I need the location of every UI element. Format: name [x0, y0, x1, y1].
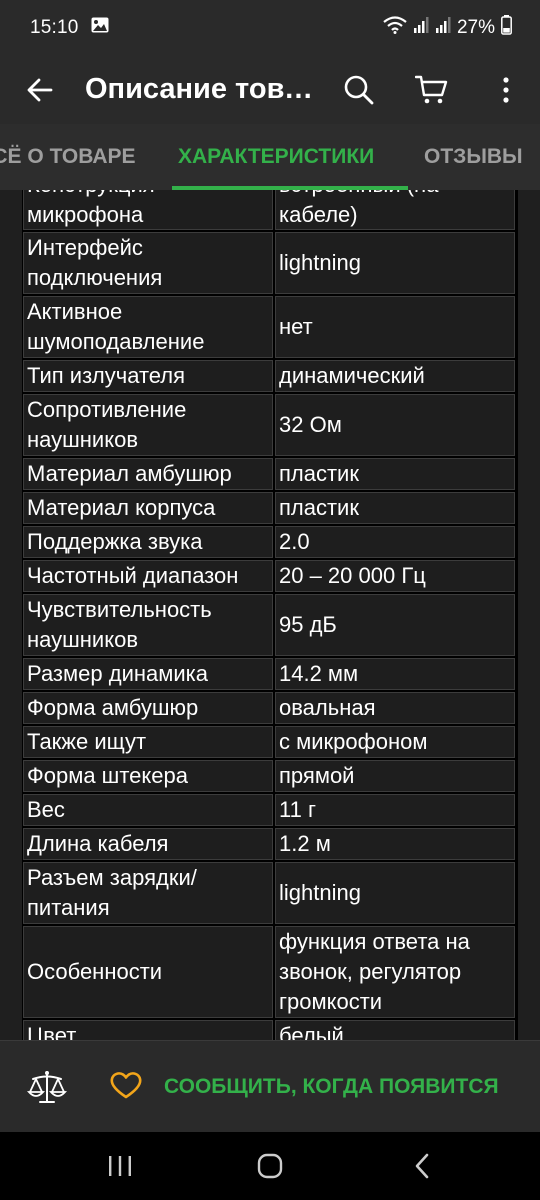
table-row: Размер динамика 14.2 мм: [22, 657, 518, 691]
spec-name: Интерфейс подключения: [23, 232, 273, 294]
table-row: Особенности функция ответа на звонок, ре…: [22, 925, 518, 1019]
table-row: Длина кабеля 1.2 м: [22, 827, 518, 861]
spec-name: Длина кабеля: [23, 828, 273, 860]
spec-name: Поддержка звука: [23, 526, 273, 558]
bottom-action-bar: СООБЩИТЬ, КОГДА ПОЯВИТСЯ: [0, 1040, 540, 1132]
spec-value: функция ответа на звонок, регулятор гром…: [275, 926, 515, 1018]
spec-name: Особенности: [23, 926, 273, 1018]
page-title: Описание товара: [85, 73, 315, 105]
back-icon[interactable]: [392, 1142, 452, 1190]
cart-icon[interactable]: [408, 66, 456, 114]
spec-value: 32 Ом: [275, 394, 515, 456]
notify-when-available-button[interactable]: СООБЩИТЬ, КОГДА ПОЯВИТСЯ: [110, 1061, 499, 1113]
spec-name: Активное шумоподавление: [23, 296, 273, 358]
table-row: Вес 11 г: [22, 793, 518, 827]
spec-value: lightning: [275, 862, 515, 924]
tab-reviews[interactable]: ОТЗЫВЫ: [424, 124, 523, 190]
status-bar: 15:10 27%: [0, 0, 540, 56]
more-vertical-icon[interactable]: [482, 66, 530, 114]
battery-icon: [501, 15, 512, 41]
heart-icon: [110, 1071, 142, 1104]
spec-value: 2.0: [275, 526, 515, 558]
spec-value: 1.2 м: [275, 828, 515, 860]
table-row: Форма амбушюр овальная: [22, 691, 518, 725]
spec-value: встроенный (на кабеле): [275, 190, 515, 230]
signal-icon: [435, 16, 451, 40]
tab-characteristics[interactable]: ХАРАКТЕРИСТИКИ: [178, 124, 374, 190]
back-arrow-icon[interactable]: [20, 68, 60, 112]
spec-value: lightning: [275, 232, 515, 294]
spec-value: пластик: [275, 492, 515, 524]
spec-value: пластик: [275, 458, 515, 490]
table-row: Сопротивление наушников 32 Ом: [22, 393, 518, 457]
specs-table: Конструкция микрофона встроенный (на каб…: [22, 190, 518, 1040]
spec-name: Размер динамика: [23, 658, 273, 690]
table-row: Форма штекера прямой: [22, 759, 518, 793]
specs-scroll-area[interactable]: Конструкция микрофона встроенный (на каб…: [0, 190, 540, 1040]
home-icon[interactable]: [240, 1142, 300, 1190]
table-row: Тип излучателя динамический: [22, 359, 518, 393]
spec-name: Сопротивление наушников: [23, 394, 273, 456]
table-row: Чувствительность наушников 95 дБ: [22, 593, 518, 657]
wifi-icon: [383, 16, 407, 40]
table-row: Также ищут с микрофоном: [22, 725, 518, 759]
app-bar: Описание товара: [0, 56, 540, 124]
system-nav-bar: [0, 1132, 540, 1200]
spec-value: белый: [275, 1020, 515, 1040]
spec-value: с микрофоном: [275, 726, 515, 758]
tab-about[interactable]: ВСЁ О ТОВАРЕ: [0, 124, 136, 190]
notify-label: СООБЩИТЬ, КОГДА ПОЯВИТСЯ: [164, 1075, 499, 1098]
battery-percent: 27%: [456, 17, 495, 38]
table-row: Цвет белый: [22, 1019, 518, 1040]
spec-name: Материал амбушюр: [23, 458, 273, 490]
spec-value: 11 г: [275, 794, 515, 826]
spec-name: Чувствительность наушников: [23, 594, 273, 656]
spec-name: Тип излучателя: [23, 360, 273, 392]
spec-name: Вес: [23, 794, 273, 826]
spec-value: динамический: [275, 360, 515, 392]
table-row: Поддержка звука 2.0: [22, 525, 518, 559]
spec-name: Форма штекера: [23, 760, 273, 792]
spec-name: Частотный диапазон: [23, 560, 273, 592]
table-row: Материал амбушюр пластик: [22, 457, 518, 491]
spec-value: прямой: [275, 760, 515, 792]
signal-icon: [413, 16, 429, 40]
recent-apps-icon[interactable]: [90, 1142, 150, 1190]
search-icon[interactable]: [335, 66, 383, 114]
spec-value: нет: [275, 296, 515, 358]
gallery-icon: [91, 17, 109, 39]
spec-value: 14.2 мм: [275, 658, 515, 690]
table-row: Активное шумоподавление нет: [22, 295, 518, 359]
spec-name: Форма амбушюр: [23, 692, 273, 724]
spec-value: 20 – 20 000 Гц: [275, 560, 515, 592]
spec-name: Также ищут: [23, 726, 273, 758]
spec-name: Конструкция микрофона: [23, 190, 273, 230]
table-row: Конструкция микрофона встроенный (на каб…: [22, 190, 518, 231]
spec-name: Материал корпуса: [23, 492, 273, 524]
table-row: Частотный диапазон 20 – 20 000 Гц: [22, 559, 518, 593]
table-row: Материал корпуса пластик: [22, 491, 518, 525]
spec-value: 95 дБ: [275, 594, 515, 656]
table-row: Разъем зарядки/ питания lightning: [22, 861, 518, 925]
spec-name: Разъем зарядки/ питания: [23, 862, 273, 924]
spec-value: овальная: [275, 692, 515, 724]
status-time: 15:10: [30, 17, 79, 38]
table-row: Интерфейс подключения lightning: [22, 231, 518, 295]
compare-scales-icon[interactable]: [24, 1065, 70, 1111]
tab-bar: ВСЁ О ТОВАРЕ ХАРАКТЕРИСТИКИ ОТЗЫВЫ: [0, 124, 540, 190]
spec-name: Цвет: [23, 1020, 273, 1040]
